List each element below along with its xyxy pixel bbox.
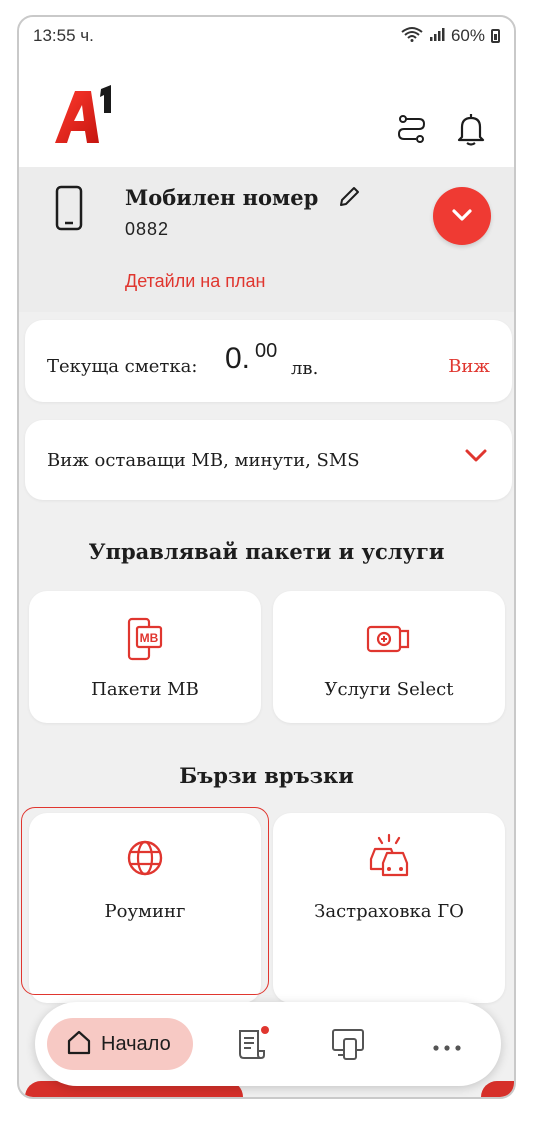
bill-label: Текуща сметка: [47, 356, 198, 377]
packages-mb-label: Пакети МВ [91, 679, 199, 700]
app-header [19, 55, 514, 167]
remaining-usage-label: Виж оставащи МВ, минути, SMS [47, 450, 360, 471]
roaming-label: Роуминг [104, 901, 186, 922]
phone-number: 0882 [125, 219, 170, 239]
view-bill-link[interactable]: Виж [448, 356, 490, 377]
current-bill-card[interactable]: Текуща сметка: 0. 00 лв. Виж [25, 320, 512, 402]
route-icon[interactable] [391, 109, 431, 149]
chevron-down-icon[interactable] [464, 448, 488, 468]
quick-links-title: Бързи връзки [179, 763, 354, 788]
wifi-icon [401, 26, 423, 47]
select-services-icon [273, 623, 505, 655]
battery-icon [491, 29, 500, 43]
globe-icon [29, 839, 261, 877]
next-card-peek-right [481, 1081, 514, 1097]
bill-amount: 0. [225, 342, 251, 375]
status-indicators: 60% [401, 26, 500, 47]
battery-percent: 60% [450, 26, 485, 45]
car-insurance-tile[interactable]: Застраховка ГО [273, 813, 505, 1003]
more-icon [432, 1037, 462, 1056]
bottom-navigation: Начало [35, 1002, 501, 1086]
select-services-tile[interactable]: Услуги Select [273, 591, 505, 723]
account-title: Мобилен номер [125, 185, 319, 210]
mb-phone-icon: MB [29, 617, 261, 663]
roaming-tile[interactable]: Роуминг [29, 813, 261, 1003]
nav-home-label: Начало [101, 1032, 171, 1055]
nav-devices[interactable] [329, 1026, 369, 1066]
manage-section-title: Управлявай пакети и услуги [88, 539, 445, 564]
account-panel: Мобилен номер 0882 Детайли на план [19, 167, 514, 312]
account-expand-button[interactable] [433, 187, 491, 245]
packages-mb-tile[interactable]: MB Пакети МВ [29, 591, 261, 723]
remaining-usage-card[interactable]: Виж оставащи МВ, минути, SMS [25, 420, 512, 500]
bell-icon[interactable] [451, 109, 491, 149]
select-services-label: Услуги Select [324, 679, 454, 700]
mb-icon-text: MB [140, 631, 159, 645]
a1-logo[interactable] [51, 83, 121, 143]
nav-home[interactable]: Начало [47, 1018, 193, 1070]
status-bar: 13:55 ч. 60% [19, 17, 514, 55]
notification-dot [261, 1026, 269, 1034]
home-icon [65, 1028, 93, 1060]
car-crash-icon [273, 833, 505, 881]
chevron-down-icon [451, 207, 473, 226]
nav-bills[interactable] [231, 1026, 271, 1066]
pencil-icon[interactable] [337, 185, 361, 213]
car-insurance-label: Застраховка ГО [314, 901, 464, 922]
devices-icon [330, 1027, 368, 1065]
bill-cents: 00 [255, 340, 278, 362]
phone-screen: 13:55 ч. 60% Мобилен номер 0882 Детайли … [17, 15, 516, 1099]
signal-icon [429, 26, 445, 47]
nav-more[interactable] [427, 1026, 467, 1066]
plan-details-link[interactable]: Детайли на план [125, 271, 265, 292]
mobile-phone-icon [55, 185, 83, 235]
status-time: 13:55 ч. [33, 26, 94, 45]
bill-currency: лв. [291, 358, 319, 379]
